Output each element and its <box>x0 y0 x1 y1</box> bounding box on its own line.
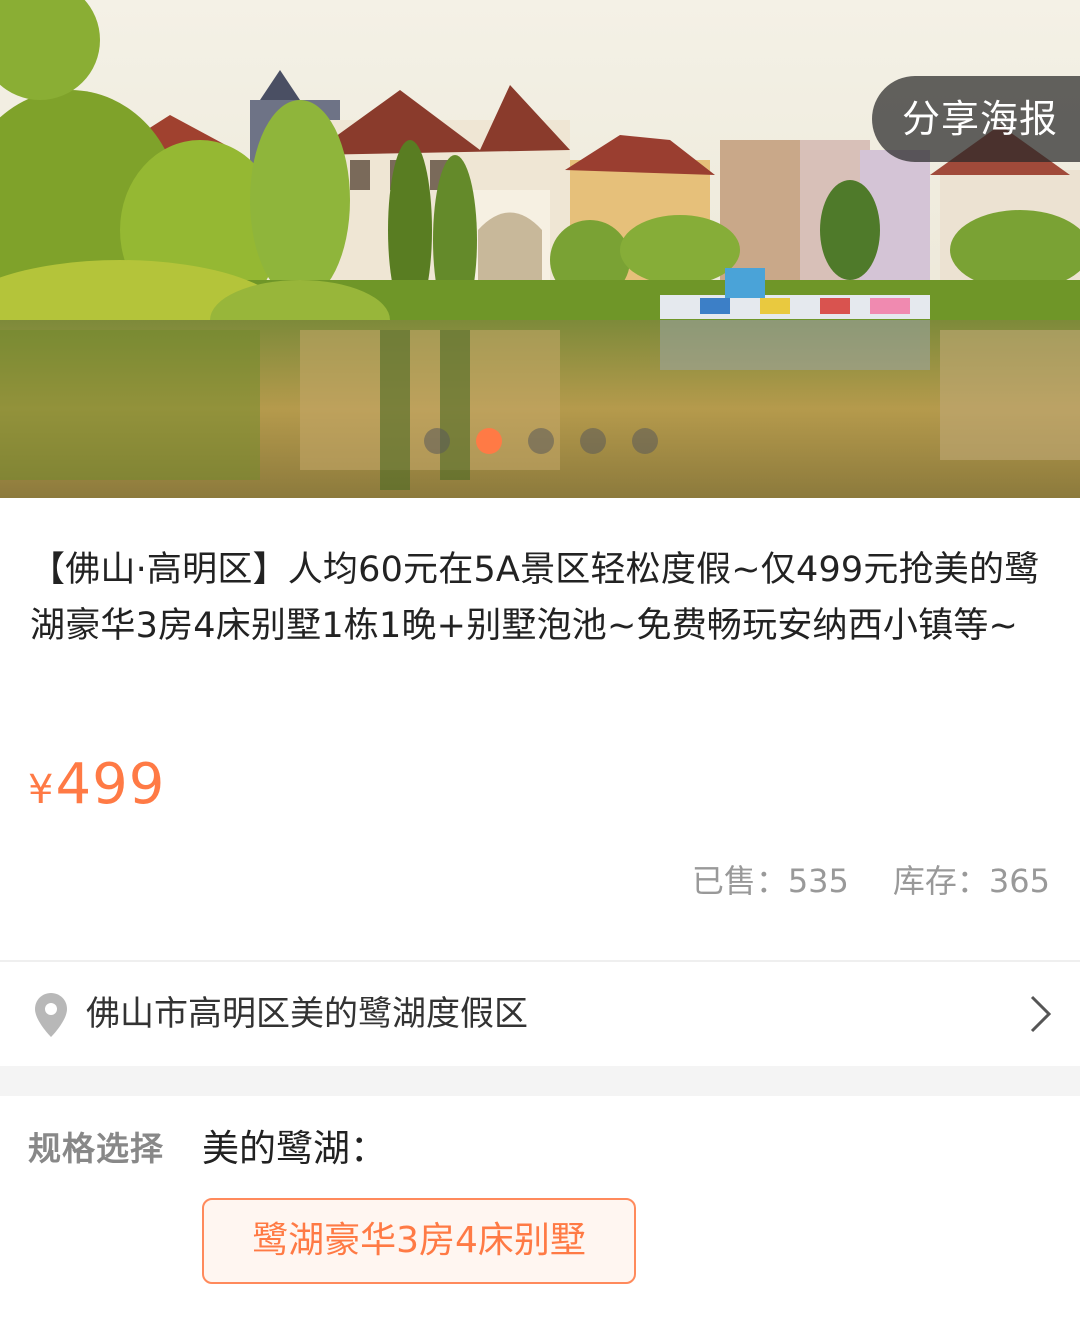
carousel-dot[interactable] <box>580 428 606 454</box>
carousel-dot[interactable] <box>528 428 554 454</box>
currency-symbol: ¥ <box>28 767 54 813</box>
carousel-indicator <box>424 428 658 454</box>
chevron-right-icon <box>1030 995 1052 1033</box>
product-price: ¥ 499 <box>28 752 165 817</box>
resort-lake-photo <box>0 0 1080 498</box>
stock-count: 库存：365 <box>892 862 1050 900</box>
location-address: 佛山市高明区美的鹭湖度假区 <box>86 994 528 1034</box>
spec-selection-label: 规格选择 <box>28 1129 164 1168</box>
section-separator <box>0 1066 1080 1096</box>
spec-option-selected[interactable]: 鹭湖豪华3房4床别墅 <box>202 1198 636 1284</box>
sold-count: 已售：535 <box>691 862 849 900</box>
sales-stats: 已售：535 库存：365 <box>692 856 1050 902</box>
share-poster-button[interactable]: 分享海报 <box>871 76 1080 162</box>
spec-group-name: 美的鹭湖： <box>202 1127 387 1170</box>
carousel-dot-active[interactable] <box>476 428 502 454</box>
product-image-carousel[interactable]: 分享海报 <box>0 0 1080 498</box>
carousel-dot[interactable] <box>632 428 658 454</box>
location-pin-icon <box>35 993 67 1037</box>
product-title: 【佛山·高明区】人均60元在5A景区轻松度假~仅499元抢美的鹭湖豪华3房4床别… <box>30 550 1040 646</box>
location-row[interactable]: 佛山市高明区美的鹭湖度假区 <box>0 962 1080 1066</box>
carousel-dot[interactable] <box>424 428 450 454</box>
price-amount: 499 <box>55 752 166 817</box>
